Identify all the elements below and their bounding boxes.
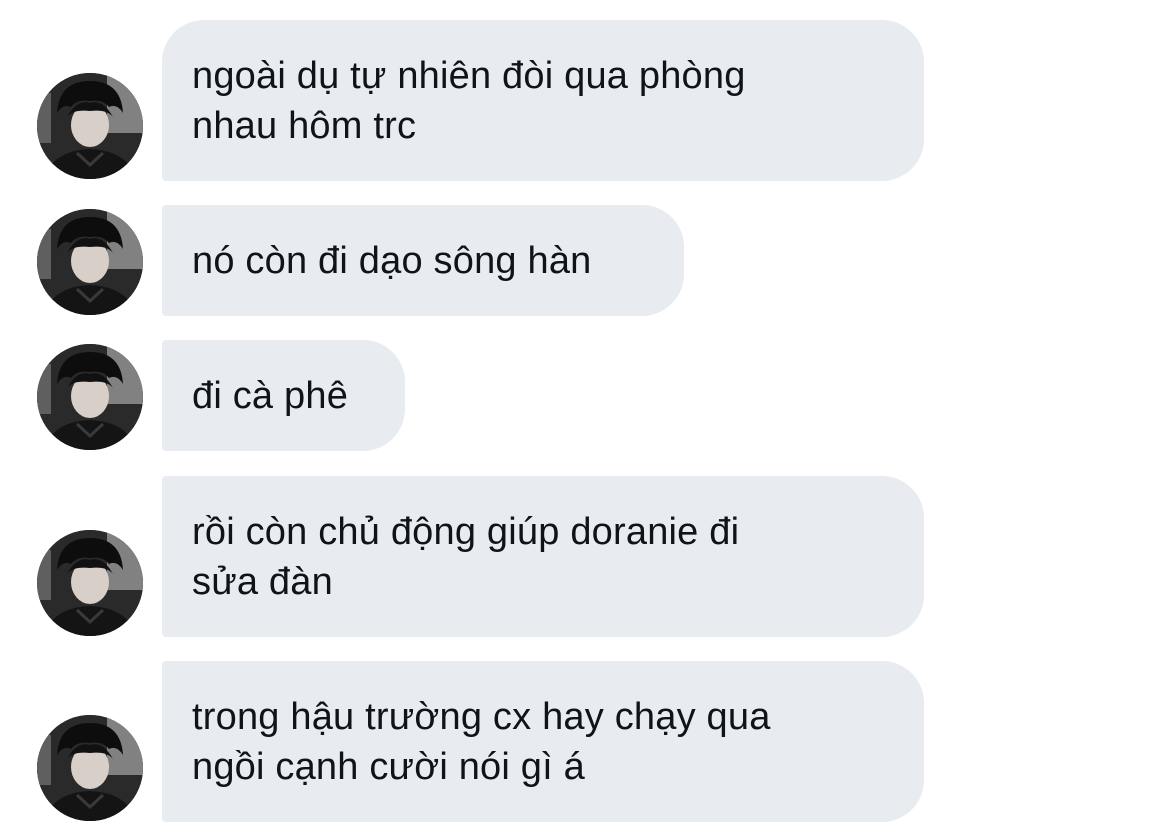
message-text: đi cà phê [192, 374, 349, 417]
avatar-photo-icon [37, 715, 143, 821]
avatar-photo-icon [37, 530, 143, 636]
message-bubble[interactable]: đi cà phê [162, 340, 405, 451]
message-text: rồi còn chủ động giúp doranie đi sửa đàn [192, 510, 740, 603]
avatar-photo-icon [37, 209, 143, 315]
avatar-photo-icon [37, 73, 143, 179]
message-bubble[interactable]: rồi còn chủ động giúp doranie đi sửa đàn [162, 476, 924, 637]
avatar[interactable] [37, 715, 143, 821]
message-bubble[interactable]: trong hậu trường cx hay chạy qua ngồi cạ… [162, 661, 924, 822]
avatar-photo-icon [37, 344, 143, 450]
message-text: ngoài dụ tự nhiên đòi qua phòng nhau hôm… [192, 54, 746, 147]
avatar[interactable] [37, 530, 143, 636]
message-text: nó còn đi dạo sông hàn [192, 239, 592, 282]
message-bubble[interactable]: nó còn đi dạo sông hàn [162, 205, 684, 316]
message-text: trong hậu trường cx hay chạy qua ngồi cạ… [192, 695, 771, 788]
avatar[interactable] [37, 73, 143, 179]
avatar[interactable] [37, 209, 143, 315]
message-bubble[interactable]: ngoài dụ tự nhiên đòi qua phòng nhau hôm… [162, 20, 924, 181]
avatar[interactable] [37, 344, 143, 450]
